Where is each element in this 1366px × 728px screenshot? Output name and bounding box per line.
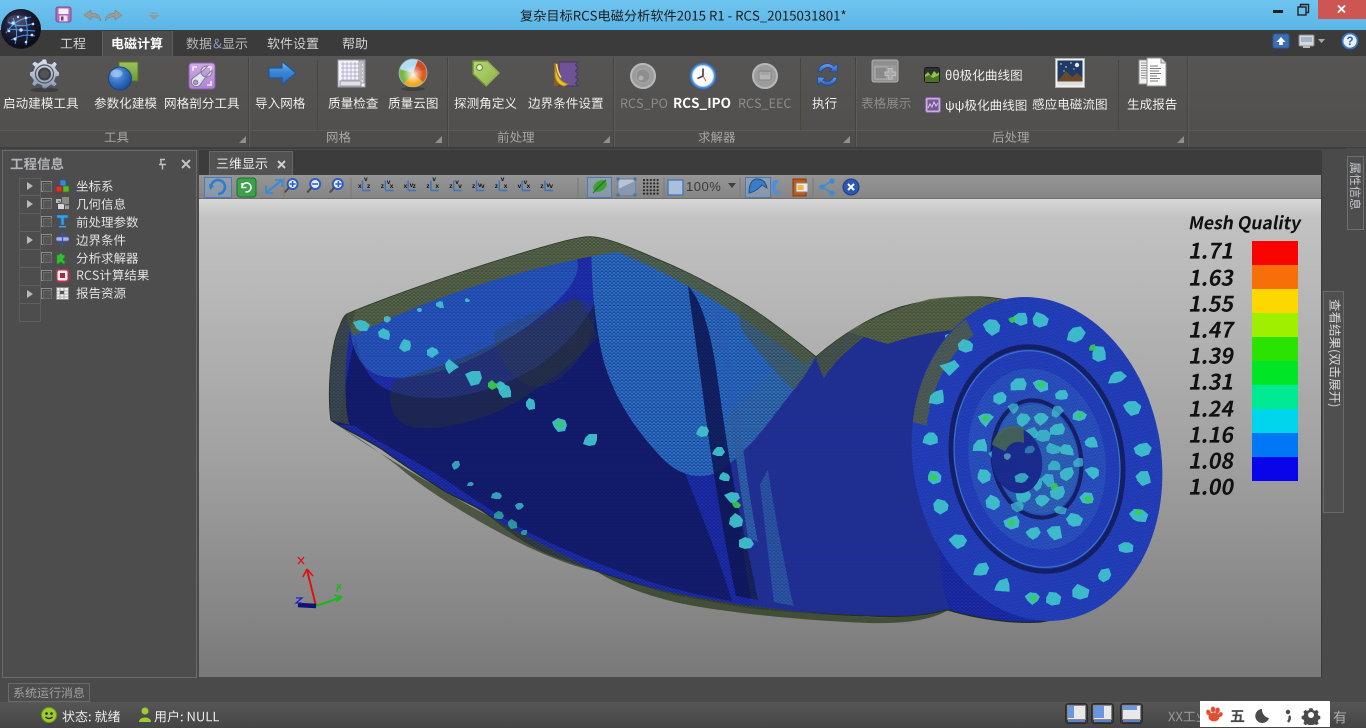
svg-text:?: ? bbox=[1346, 36, 1353, 48]
